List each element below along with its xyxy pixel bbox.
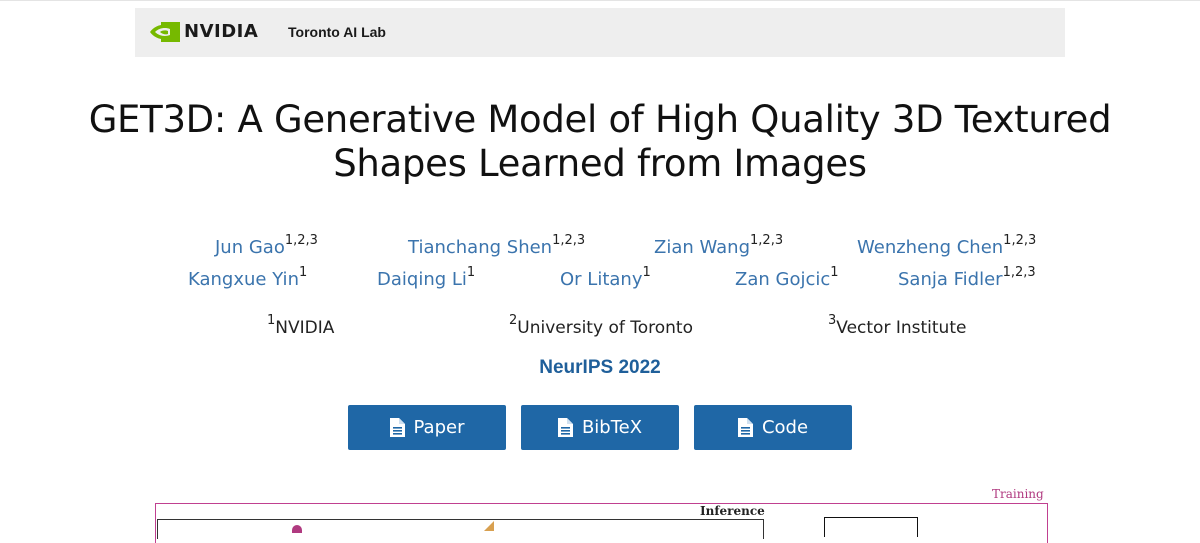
page-title: GET3D: A Generative Model of High Qualit… xyxy=(0,98,1200,186)
author-link-daiqing-li[interactable]: Daiqing Li1 xyxy=(377,265,475,290)
figure-inference-box xyxy=(157,519,764,539)
author-name: Jun Gao xyxy=(215,237,285,258)
affiliation-university-of-toronto: 2University of Toronto xyxy=(509,313,693,338)
paper-button[interactable]: Paper xyxy=(348,405,506,450)
title-line-2: Shapes Learned from Images xyxy=(333,142,867,185)
bibtex-button-label: BibTeX xyxy=(581,417,643,438)
paper-button-label: Paper xyxy=(413,417,465,438)
author-name: Zan Gojcic xyxy=(735,269,831,290)
author-affiliation-sup: 1 xyxy=(830,265,839,280)
author-name: Tianchang Shen xyxy=(408,237,553,258)
figure-shape-thumbnail xyxy=(292,525,302,533)
document-icon xyxy=(737,418,753,437)
author-affiliation-sup: 1,2,3 xyxy=(1002,265,1036,280)
title-line-1: GET3D: A Generative Model of High Qualit… xyxy=(88,98,1112,141)
author-name: Zian Wang xyxy=(654,237,751,258)
venue-label: NeurIPS 2022 xyxy=(539,357,661,378)
author-affiliation-sup: 1,2,3 xyxy=(552,233,586,248)
affiliation-nvidia: 1NVIDIA xyxy=(267,313,334,338)
author-link-wenzheng-chen[interactable]: Wenzheng Chen1,2,3 xyxy=(857,233,1036,258)
author-name: Wenzheng Chen xyxy=(857,237,1004,258)
figure-training-label: Training xyxy=(992,487,1044,501)
author-affiliation-sup: 1 xyxy=(642,265,651,280)
author-link-zan-gojcic[interactable]: Zan Gojcic1 xyxy=(735,265,839,290)
document-icon xyxy=(557,418,573,437)
author-name: Sanja Fidler xyxy=(898,269,1003,290)
author-name: Daiqing Li xyxy=(377,269,467,290)
affiliation-name: University of Toronto xyxy=(517,318,693,338)
affiliation-name: Vector Institute xyxy=(836,318,967,338)
figure-arrow-shape xyxy=(484,521,494,531)
affiliation-name: NVIDIA xyxy=(275,318,335,338)
author-affiliation-sup: 1,2,3 xyxy=(284,233,318,248)
author-affiliation-sup: 1 xyxy=(466,265,476,280)
author-link-or-litany[interactable]: Or Litany1 xyxy=(560,265,651,290)
author-affiliation-sup: 1 xyxy=(298,265,308,280)
figure-inference-label: Inference xyxy=(700,504,765,518)
code-button-label: Code xyxy=(761,417,809,438)
figure-training-box xyxy=(824,517,918,537)
author-link-kangxue-yin[interactable]: Kangxue Yin1 xyxy=(188,265,307,290)
top-navbar: NVIDIA Toronto AI Lab xyxy=(135,8,1065,57)
author-link-jun-gao[interactable]: Jun Gao1,2,3 xyxy=(215,233,318,258)
author-name: Kangxue Yin xyxy=(188,269,299,290)
bibtex-button[interactable]: BibTeX xyxy=(521,405,679,450)
nvidia-wordmark: NVIDIA xyxy=(184,21,259,42)
author-link-sanja-fidler[interactable]: Sanja Fidler1,2,3 xyxy=(898,265,1036,290)
document-icon xyxy=(389,418,405,437)
author-affiliation-sup: 1,2,3 xyxy=(1003,233,1037,248)
author-link-zian-wang[interactable]: Zian Wang1,2,3 xyxy=(654,233,783,258)
code-button[interactable]: Code xyxy=(694,405,852,450)
affiliation-vector-institute: 3Vector Institute xyxy=(828,313,966,338)
author-affiliation-sup: 1,2,3 xyxy=(750,233,784,248)
nvidia-eye-icon xyxy=(150,21,180,42)
author-link-tianchang-shen[interactable]: Tianchang Shen1,2,3 xyxy=(408,233,585,258)
author-name: Or Litany xyxy=(560,269,643,290)
nvidia-logo[interactable]: NVIDIA xyxy=(150,21,258,42)
lab-name[interactable]: Toronto AI Lab xyxy=(288,24,386,40)
